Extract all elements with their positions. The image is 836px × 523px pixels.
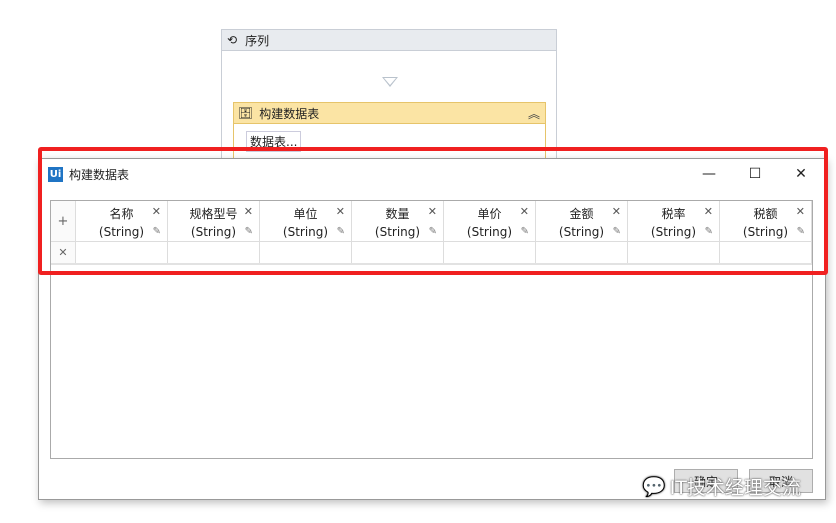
sequence-icon: ⟲ [227,33,238,47]
collapse-icon[interactable]: ︽ [528,105,540,122]
drop-arrow-icon[interactable] [382,77,398,87]
watermark: 💬 IT技术经理交流 [642,476,801,499]
sequence-title: 序列 [245,33,270,48]
activity-title: 构建数据表 [259,106,320,121]
database-icon: 🗄 [238,106,254,120]
highlight-box [38,147,828,275]
wechat-icon: 💬 [642,476,666,498]
